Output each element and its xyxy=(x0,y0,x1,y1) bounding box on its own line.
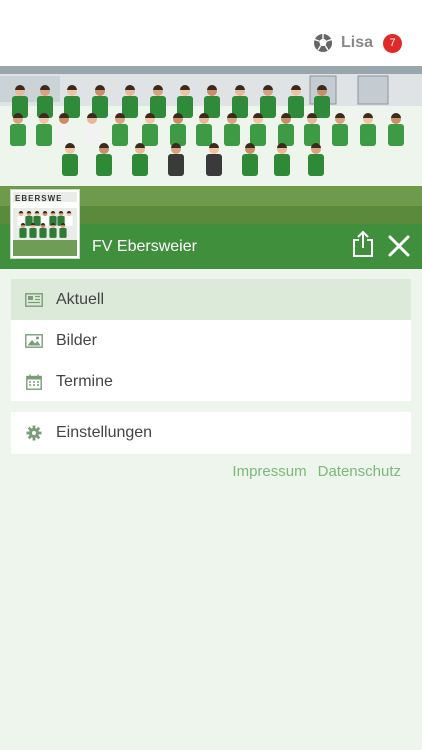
menu-item-label: Termine xyxy=(56,372,113,390)
player-figure xyxy=(62,143,78,176)
player-figure xyxy=(332,113,348,146)
user-name[interactable]: Lisa xyxy=(341,34,373,52)
notification-badge[interactable]: 7 xyxy=(383,33,402,53)
newspaper-icon xyxy=(25,292,43,308)
settings-menu: Einstellungen xyxy=(11,412,411,454)
player-figure xyxy=(96,143,112,176)
impressum-link[interactable]: Impressum xyxy=(232,463,306,480)
player-figure xyxy=(274,143,290,176)
image-icon xyxy=(25,333,43,349)
club-name: FV Ebersweier xyxy=(92,238,197,255)
close-icon[interactable] xyxy=(388,235,410,257)
menu-item-einstellungen[interactable]: Einstellungen xyxy=(11,412,411,453)
menu-item-aktuell[interactable]: Aktuell xyxy=(11,279,411,320)
share-icon[interactable] xyxy=(351,230,375,258)
player-figure xyxy=(388,113,404,146)
menu-item-termine[interactable]: Termine xyxy=(11,361,411,402)
player-figure xyxy=(308,143,324,176)
soccer-ball-icon xyxy=(313,34,332,52)
main-menu: Aktuell Bilder Termine xyxy=(11,279,411,401)
menu-item-bilder[interactable]: Bilder xyxy=(11,320,411,361)
user-menu[interactable]: Lisa 7 xyxy=(313,33,402,53)
player-figure xyxy=(168,143,184,176)
top-bar: Lisa 7 xyxy=(0,0,422,66)
player-figure xyxy=(132,143,148,176)
player-figure xyxy=(242,143,258,176)
gear-icon xyxy=(25,425,43,441)
thumbnail-text: EBERSWE xyxy=(15,194,62,203)
footer-links: Impressum Datenschutz xyxy=(232,463,401,480)
club-thumbnail[interactable]: EBERSWE xyxy=(11,190,79,258)
player-figure xyxy=(360,113,376,146)
menu-item-label: Bilder xyxy=(56,331,97,349)
calendar-icon xyxy=(25,374,43,390)
datenschutz-link[interactable]: Datenschutz xyxy=(318,463,401,480)
menu-item-label: Aktuell xyxy=(56,290,105,308)
menu-item-label: Einstellungen xyxy=(56,423,153,441)
player-figure xyxy=(206,143,222,176)
